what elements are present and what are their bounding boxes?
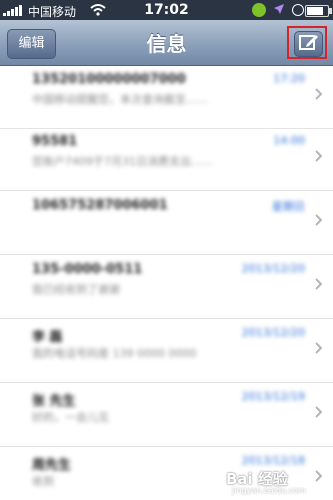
- watermark: Bai 经验 jingyan.baidu.com: [226, 468, 326, 496]
- message-row[interactable]: 李 磊 2013/12/20 我的电话号码是 139 0000 0000: [0, 320, 333, 383]
- battery-icon: [305, 5, 332, 17]
- message-preview: 您账户7409于7月31日消费支出……: [32, 155, 213, 168]
- chevron-right-icon: [315, 214, 323, 226]
- message-preview: 好的，一会儿见: [32, 411, 109, 424]
- message-date: 14:00: [273, 134, 305, 147]
- message-preview: 我已经收到了谢谢: [32, 283, 120, 296]
- message-preview: 我的电话号码是 139 0000 0000: [32, 347, 197, 360]
- compose-icon: [299, 35, 318, 50]
- chevron-right-icon: [315, 88, 323, 100]
- alarm-clock-icon: [292, 4, 304, 16]
- status-bar: 中国移动 17:02: [0, 0, 333, 20]
- message-sender: 95581: [32, 134, 78, 149]
- message-row[interactable]: 95581 14:00 您账户7409于7月31日消费支出……: [0, 128, 333, 191]
- message-date: 星期日: [272, 200, 305, 213]
- location-arrow-icon: [274, 4, 284, 14]
- chevron-right-icon: [315, 278, 323, 290]
- app-badge-icon: [252, 3, 266, 17]
- message-preview: 中国移动提醒您，本次查询截至……: [32, 93, 208, 106]
- message-row[interactable]: 135-0000-0511 2013/12/20 我已经收到了谢谢: [0, 256, 333, 319]
- chevron-right-icon: [315, 150, 323, 162]
- chevron-right-icon: [315, 406, 323, 418]
- compose-button[interactable]: [287, 26, 327, 59]
- message-date: 2013/12/20: [241, 326, 305, 339]
- chevron-right-icon: [315, 342, 323, 354]
- message-sender: 李 磊: [32, 330, 63, 345]
- message-row[interactable]: 106575287006001 星期日: [0, 192, 333, 255]
- nav-bar: 编辑 信息: [0, 20, 333, 66]
- edit-button[interactable]: 编辑: [7, 29, 56, 59]
- message-sender: 13520100000007000: [32, 72, 186, 87]
- message-date: 2013/12/20: [241, 262, 305, 275]
- message-date: 2013/12/18: [241, 454, 305, 467]
- message-date: 2013/12/19: [241, 390, 305, 403]
- message-date: 17:20: [273, 72, 305, 85]
- message-row[interactable]: 张 先生 2013/12/19 好的，一会儿见: [0, 384, 333, 447]
- message-sender: 106575287006001: [32, 198, 168, 213]
- message-preview: [32, 218, 294, 250]
- message-list: 13520100000007000 17:20 中国移动提醒您，本次查询截至…… 95…: [0, 66, 333, 500]
- message-sender: 张 先生: [32, 394, 76, 409]
- watermark-url: jingyan.baidu.com: [232, 486, 306, 495]
- message-row[interactable]: 13520100000007000 17:20 中国移动提醒您，本次查询截至……: [0, 66, 333, 129]
- message-sender: 135-0000-0511: [32, 262, 143, 277]
- message-sender: 周先生: [32, 458, 72, 473]
